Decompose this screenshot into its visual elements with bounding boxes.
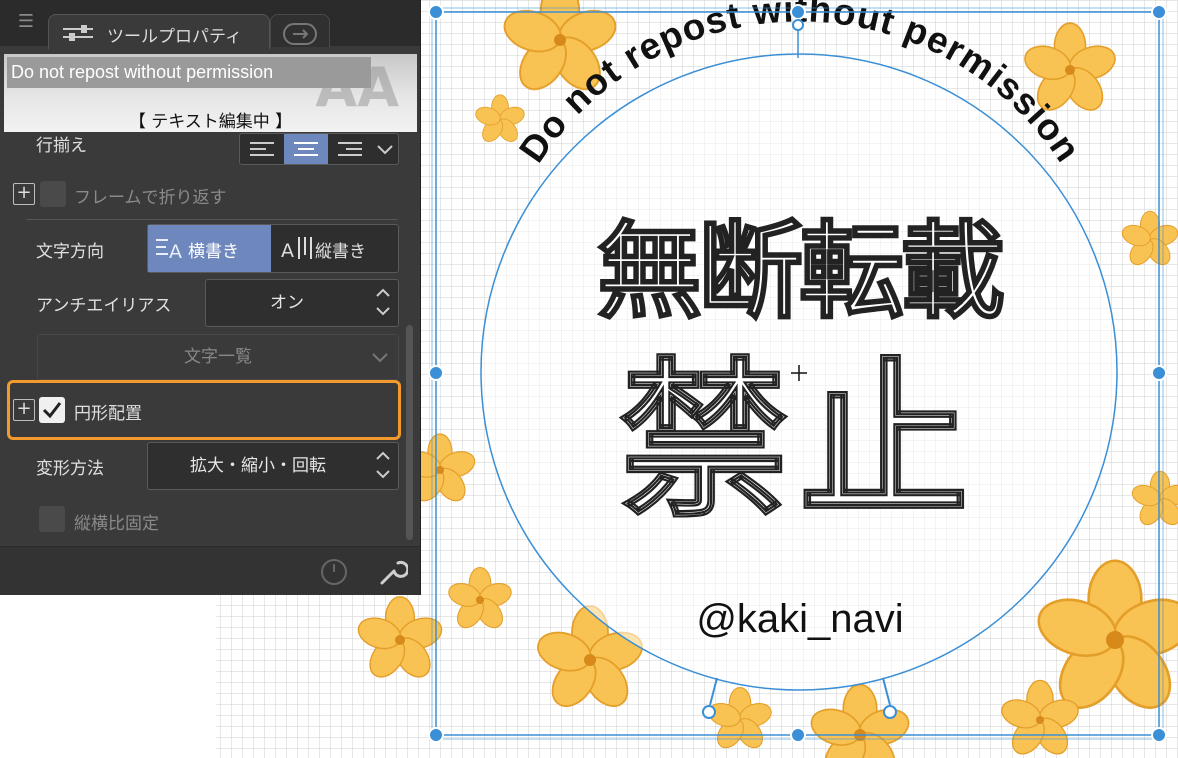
align-right-button[interactable] — [328, 134, 372, 164]
align-dropdown[interactable] — [372, 134, 398, 164]
antialias-value: オン — [270, 293, 304, 313]
wrench-icon[interactable] — [374, 555, 408, 589]
text-direction-label: 文字方向 — [36, 242, 104, 262]
aspect-lock-label: 縦横比固定 — [74, 514, 159, 534]
sync-icon — [283, 23, 317, 45]
vertical-text-icon: A — [281, 237, 312, 262]
char-list-select[interactable]: 文字一覧 — [37, 334, 399, 380]
menu-icon[interactable]: ☰ — [16, 12, 36, 32]
title-line1[interactable]: 無断転載 — [596, 210, 1008, 334]
sliders-icon — [63, 25, 93, 41]
divider — [26, 219, 398, 220]
alignment-label: 行揃え — [36, 136, 87, 156]
svg-text:A: A — [169, 241, 182, 263]
antialias-select[interactable]: オン — [205, 279, 399, 327]
tab-label: ツールプロパティ — [107, 27, 242, 47]
char-list-label: 文字一覧 — [184, 347, 252, 367]
tab-tool-property[interactable]: ツールプロパティ — [48, 14, 270, 49]
expand-plus-icon[interactable]: + — [13, 183, 35, 205]
text-preview: AA Do not repost without permission 【 テキ… — [4, 54, 417, 132]
align-right-icon — [338, 142, 362, 156]
panel-scrollbar[interactable] — [406, 325, 413, 540]
text-direction-segment: A 横書き A 縦書き — [147, 224, 399, 273]
panel-tab-bar: ☰ ツールプロパティ — [0, 0, 420, 49]
chevron-down-icon — [372, 353, 388, 363]
tool-property-panel: ☰ ツールプロパティ AA Do not repost without perm… — [0, 0, 421, 595]
transform-label: 変形方法 — [36, 459, 104, 479]
horizontal-writing-button[interactable]: A 横書き — [148, 225, 271, 272]
vertical-writing-button[interactable]: A 縦書き — [271, 225, 398, 272]
alignment-segment — [239, 133, 399, 165]
spinner-arrows-icon — [376, 288, 390, 316]
antialias-label: アンチエイリアス — [36, 296, 172, 316]
spinner-arrows-icon — [376, 451, 390, 479]
align-center-icon — [294, 142, 318, 156]
vertical-writing-label: 縦書き — [315, 242, 366, 262]
handle-text[interactable]: @kaki_navi — [696, 597, 903, 641]
edit-status: 【 テキスト編集中 】 — [128, 112, 293, 132]
aspect-lock-checkbox[interactable] — [39, 506, 65, 532]
tab-sync[interactable] — [270, 14, 330, 47]
align-center-button[interactable] — [284, 134, 328, 164]
transform-select[interactable]: 拡大・縮小・回転 — [147, 442, 399, 490]
text-edit-field[interactable]: Do not repost without permission — [7, 57, 371, 88]
align-left-button[interactable] — [240, 134, 284, 164]
horizontal-text-icon: A — [156, 239, 182, 263]
svg-text:A: A — [281, 240, 294, 262]
frame-wrap-label: フレームで折り返す — [74, 188, 227, 208]
highlight-frame — [7, 380, 401, 440]
panel-footer — [0, 546, 420, 595]
horizontal-writing-label: 横書き — [188, 242, 239, 262]
timer-icon[interactable] — [318, 555, 350, 587]
align-left-icon — [250, 142, 274, 156]
frame-wrap-checkbox[interactable] — [40, 181, 66, 207]
chevron-down-icon — [377, 145, 393, 155]
rotate-handle[interactable] — [792, 19, 804, 31]
transform-value: 拡大・縮小・回転 — [190, 456, 326, 476]
